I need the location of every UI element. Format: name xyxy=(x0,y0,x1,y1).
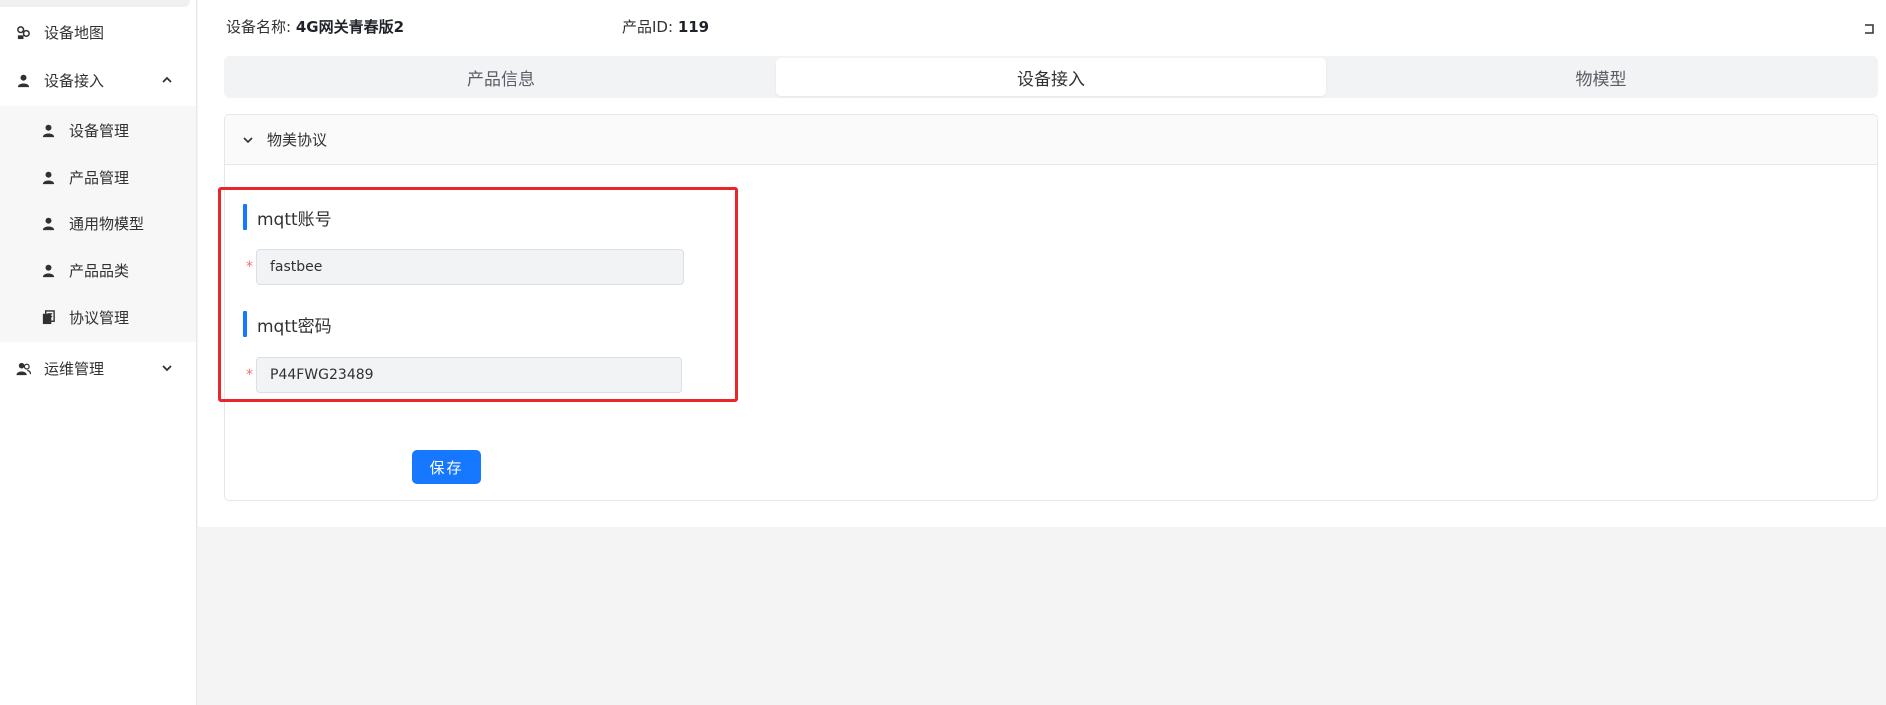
device-name-value: 4G网关青春版2 xyxy=(295,18,405,36)
mqtt-password-input[interactable] xyxy=(256,357,682,393)
users-icon xyxy=(14,359,32,377)
sidebar-item-label: 运维管理 xyxy=(44,359,105,378)
user-icon xyxy=(14,71,32,89)
user-icon xyxy=(39,214,57,232)
sidebar-item-product-category[interactable]: 产品品类 xyxy=(0,250,196,290)
map-pins-icon xyxy=(14,23,32,41)
product-id-value: 119 xyxy=(677,18,710,36)
tab-thing-model[interactable]: 物模型 xyxy=(1326,58,1876,96)
product-id-label: 产品ID: xyxy=(622,18,674,36)
product-id: 产品ID: 119 xyxy=(622,16,709,37)
user-icon xyxy=(39,261,57,279)
sidebar-item-label: 通用物模型 xyxy=(69,214,145,233)
tab-product-info[interactable]: 产品信息 xyxy=(226,58,776,96)
section-title-text: mqtt账号 xyxy=(257,209,332,230)
sidebar-item-label: 产品品类 xyxy=(69,261,130,280)
sidebar-item-operations[interactable]: 运维管理 xyxy=(0,348,196,388)
section-title-text: mqtt密码 xyxy=(257,316,332,337)
sidebar-item-generic-thing-model[interactable]: 通用物模型 xyxy=(0,203,196,243)
panel-title: 物美协议 xyxy=(267,131,328,149)
sidebar-item-protocol-management[interactable]: 协议管理 xyxy=(0,297,196,337)
required-mark: * xyxy=(246,259,253,275)
sidebar-item-label: 设备管理 xyxy=(69,121,130,140)
document-stack-icon xyxy=(39,308,57,326)
sidebar-item-device-map[interactable]: 设备地图 xyxy=(0,12,196,52)
tab-bar: 产品信息 设备接入 物模型 xyxy=(224,56,1878,98)
chevron-down-icon xyxy=(243,136,253,143)
sidebar-item-label: 设备地图 xyxy=(44,23,105,42)
sidebar-item-product-management[interactable]: 产品管理 xyxy=(0,157,196,197)
chevron-up-icon xyxy=(162,76,172,83)
panel-header[interactable]: 物美协议 xyxy=(225,115,1877,165)
sidebar-top-tab xyxy=(0,0,190,7)
device-name: 设备名称: 4G网关青春版2 xyxy=(226,16,404,37)
sidebar: 设备地图 设备接入 设备管理 产品管理 通用物模型 产品品类 协议管理 运维管理 xyxy=(0,0,197,705)
user-icon xyxy=(39,121,57,139)
mqtt-account-input[interactable] xyxy=(256,249,684,285)
tab-device-access[interactable]: 设备接入 xyxy=(776,58,1326,96)
sidebar-item-label: 产品管理 xyxy=(69,168,130,187)
save-button[interactable]: 保存 xyxy=(412,450,481,484)
collapse-icon[interactable] xyxy=(1863,22,1876,35)
sidebar-item-device-management[interactable]: 设备管理 xyxy=(0,110,196,150)
section-accent-bar xyxy=(243,204,247,230)
sidebar-item-label: 协议管理 xyxy=(69,308,130,327)
device-name-label: 设备名称: xyxy=(226,18,292,36)
user-icon xyxy=(39,168,57,186)
sidebar-item-label: 设备接入 xyxy=(44,71,105,90)
chevron-down-icon xyxy=(162,365,172,372)
section-accent-bar xyxy=(243,311,247,337)
sidebar-item-device-access[interactable]: 设备接入 xyxy=(0,60,196,100)
password-section-title: mqtt密码 xyxy=(243,311,332,337)
required-mark: * xyxy=(246,367,253,383)
account-section-title: mqtt账号 xyxy=(243,204,332,230)
